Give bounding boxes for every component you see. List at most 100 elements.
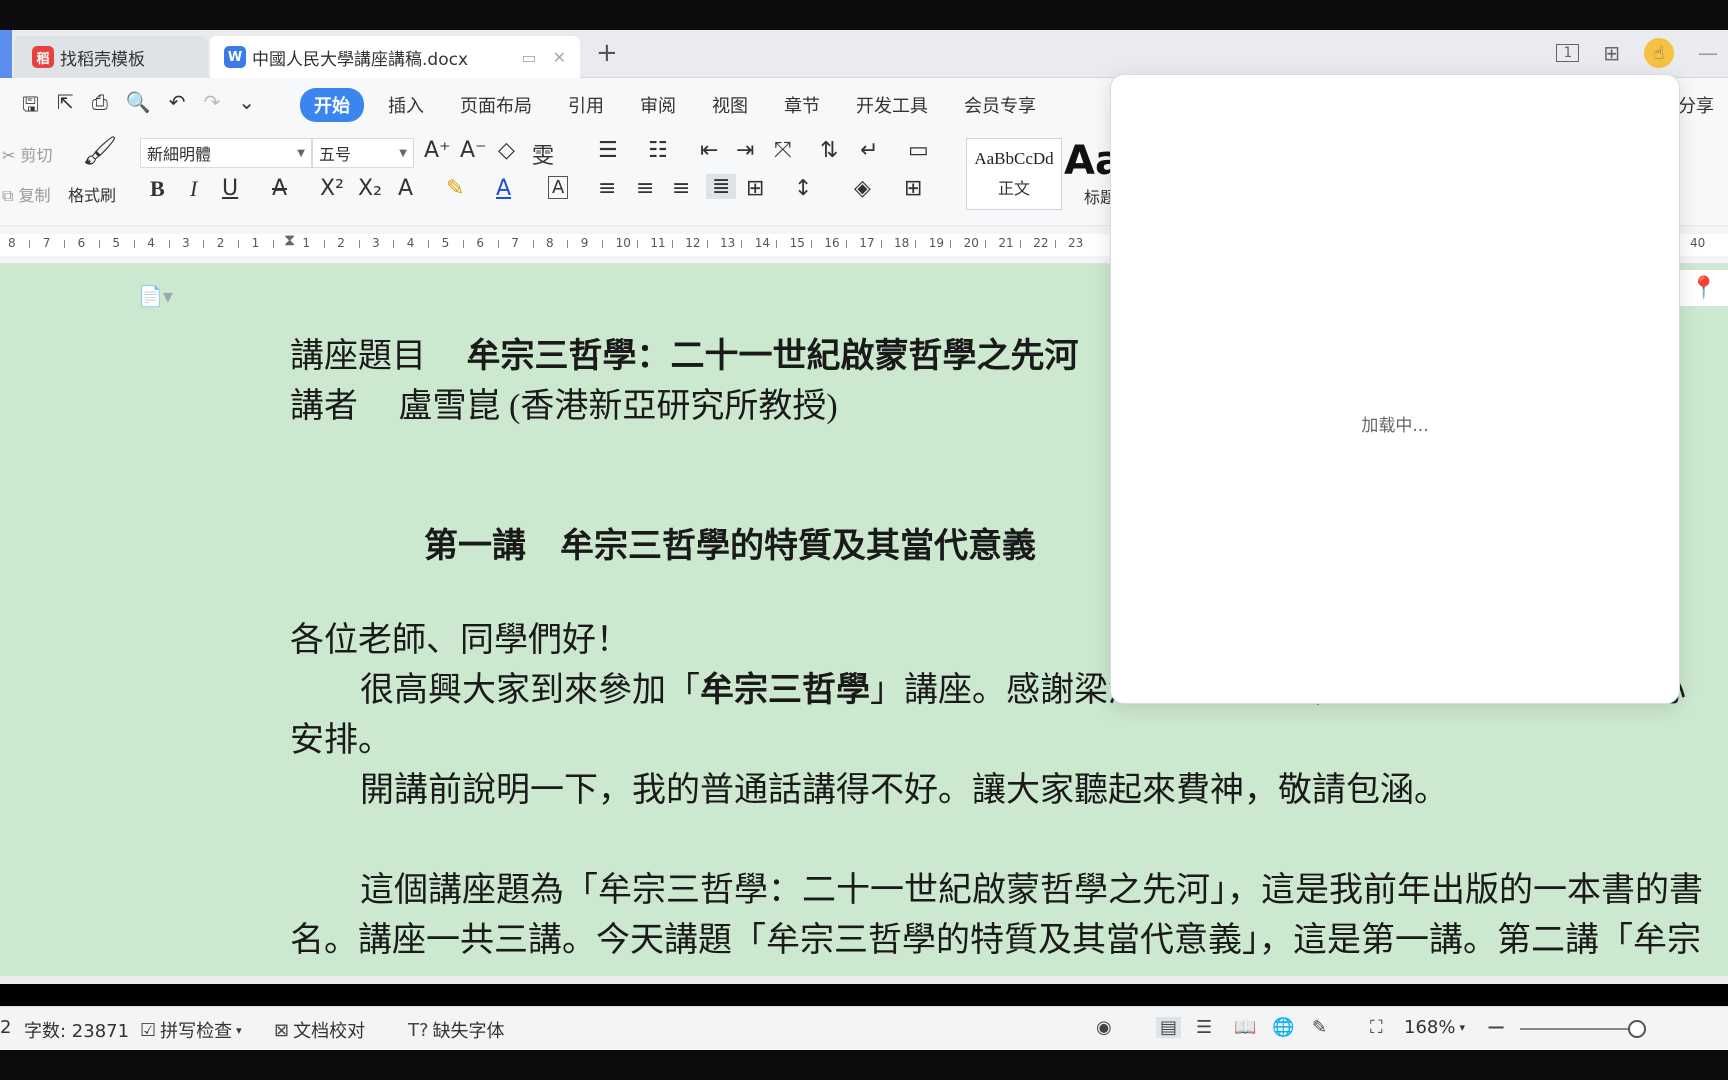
doc-proof-button[interactable]: ⊠ 文档校对 xyxy=(274,1017,365,1043)
underline-icon[interactable]: U xyxy=(222,176,238,201)
subscript-icon[interactable]: X₂ xyxy=(358,176,382,201)
menu-home[interactable]: 开始 xyxy=(300,88,364,122)
tab-document[interactable]: W 中國人民大學講座講稿.docx ▭ ✕ xyxy=(210,36,580,78)
close-tab-icon[interactable]: ✕ xyxy=(553,48,566,67)
speaker-line: 講者 盧雪崑 (香港新亞研究所教授) xyxy=(290,378,838,427)
font-size-value: 五号 xyxy=(319,145,352,164)
align-left-icon[interactable]: ≡ xyxy=(598,176,616,201)
tab-label: 中國人民大學講座講稿.docx xyxy=(252,49,469,70)
numbered-list-icon[interactable]: ☷ xyxy=(648,138,668,163)
justify-icon[interactable]: ≣ xyxy=(706,174,737,199)
print-icon[interactable]: ⎙ xyxy=(92,90,108,124)
ruler-tick xyxy=(845,240,847,248)
distribute-icon[interactable]: ⊞ xyxy=(746,176,764,201)
zoom-out-icon[interactable]: − xyxy=(1486,1013,1506,1041)
checkbox-icon: ☑ xyxy=(140,1019,157,1041)
grid-apps-icon[interactable]: ⊞ xyxy=(1603,41,1620,65)
wps-docer-icon: 稻 xyxy=(32,46,54,68)
decrease-indent-icon[interactable]: ⇤ xyxy=(700,138,718,163)
char-border-icon[interactable]: A xyxy=(548,176,569,199)
export-icon[interactable]: ⇱ xyxy=(57,90,74,124)
page-view-icon[interactable]: ▤ xyxy=(1156,1017,1182,1038)
table-ruler-icon[interactable]: ▭ xyxy=(908,138,929,163)
format-painter-label[interactable]: 格式刷 xyxy=(68,182,116,206)
menu-developer[interactable]: 开发工具 xyxy=(838,88,946,122)
ruler-tick xyxy=(64,240,66,248)
ruler-number: 18 xyxy=(894,236,910,250)
fit-page-icon[interactable]: ⛶ xyxy=(1370,1017,1383,1038)
style-normal[interactable]: AaBbCcDd 正文 xyxy=(966,138,1062,210)
line-spacing-icon[interactable]: ↕ xyxy=(794,176,812,201)
restore-window-icon[interactable]: ▭ xyxy=(521,48,536,67)
highlight-icon[interactable]: ✎ xyxy=(446,176,464,201)
menu-view[interactable]: 视图 xyxy=(694,88,766,122)
strikethrough-icon[interactable]: A xyxy=(272,176,287,201)
zoom-slider-knob[interactable] xyxy=(1628,1020,1646,1038)
ruler-number: 14 xyxy=(754,236,771,250)
grow-font-icon[interactable]: A⁺ xyxy=(424,138,451,163)
page-outline-icon[interactable]: 📄▾ xyxy=(138,284,173,308)
menu-section[interactable]: 章节 xyxy=(766,88,838,122)
customize-dropdown-icon[interactable]: ⌄ xyxy=(238,90,255,124)
menu-member[interactable]: 会员专享 xyxy=(946,88,1054,122)
ruler-tick xyxy=(741,240,743,248)
increase-indent-icon[interactable]: ⇥ xyxy=(736,138,754,163)
align-right-icon[interactable]: ≡ xyxy=(672,176,690,201)
cut-button[interactable]: ✂ 剪切 xyxy=(2,142,53,166)
menu-page-layout[interactable]: 页面布局 xyxy=(442,88,550,122)
ruler-number: 6 xyxy=(77,236,86,250)
new-tab-plus-icon[interactable]: + xyxy=(596,38,618,68)
location-pin-icon[interactable]: 📍 xyxy=(1680,270,1728,306)
undo-icon[interactable]: ↶ xyxy=(169,90,186,124)
web-view-icon[interactable]: 🌐 xyxy=(1272,1017,1294,1038)
menu-references[interactable]: 引用 xyxy=(550,88,622,122)
spell-check-button[interactable]: ☑ 拼写检查 ▾ xyxy=(140,1017,242,1043)
show-marks-icon[interactable]: ↵ xyxy=(860,138,878,163)
copy-button[interactable]: ⧉ 复制 xyxy=(2,182,51,206)
horizontal-scrollbar[interactable] xyxy=(0,976,1728,984)
format-painter-icon[interactable]: 🖌 xyxy=(82,134,118,167)
font-name-select[interactable]: 新細明體 ▼ xyxy=(140,138,312,168)
eye-protection-icon[interactable]: ◉ xyxy=(1096,1017,1112,1038)
paragraph-2: 開講前說明一下，我的普通話講得不好。讓大家聽起來費神，敬請包涵。 xyxy=(360,772,1448,809)
sort-icon[interactable]: ⇅ xyxy=(820,138,838,163)
superscript-icon[interactable]: X² xyxy=(320,176,344,201)
bold-icon[interactable]: B xyxy=(150,176,165,202)
font-size-select[interactable]: 五号 ▼ xyxy=(312,138,414,168)
speaker-text: 盧雪崑 (香港新亞研究所教授) xyxy=(398,388,838,425)
save-icon[interactable]: 🖫 xyxy=(22,90,39,124)
clear-format-icon[interactable]: ◇ xyxy=(498,138,515,163)
print-preview-icon[interactable]: 🔍 xyxy=(126,90,151,124)
text-direction-icon[interactable]: ⤧ xyxy=(774,138,792,163)
shading-icon[interactable]: ◈ xyxy=(854,176,871,201)
zoom-level[interactable]: 168% ▾ xyxy=(1404,1017,1465,1038)
indent-marker-icon[interactable]: ⧗ xyxy=(284,230,295,250)
minimize-icon[interactable]: — xyxy=(1698,41,1718,65)
menu-insert[interactable]: 插入 xyxy=(370,88,442,122)
borders-icon[interactable]: ⊞ xyxy=(904,176,922,201)
bullet-list-icon[interactable]: ☰ xyxy=(598,138,618,163)
missing-font-button[interactable]: T? 缺失字体 xyxy=(408,1017,505,1043)
reading-view-icon[interactable]: 📖 xyxy=(1234,1017,1256,1038)
home-tab-accent[interactable] xyxy=(0,30,12,78)
page-indicator[interactable]: 2 xyxy=(0,1017,11,1038)
align-center-icon[interactable]: ≡ xyxy=(636,176,654,201)
share-button[interactable]: 分享 xyxy=(1678,92,1714,118)
chevron-down-icon: ▾ xyxy=(236,1023,242,1037)
text-effect-icon[interactable]: A xyxy=(398,176,413,201)
write-view-icon[interactable]: ✎ xyxy=(1312,1017,1327,1038)
menu-review[interactable]: 审阅 xyxy=(622,88,694,122)
phonetic-guide-icon[interactable]: 雯 xyxy=(532,138,554,170)
user-avatar-icon[interactable]: ☝ xyxy=(1644,38,1674,68)
shrink-font-icon[interactable]: A⁻ xyxy=(460,138,487,163)
outline-view-icon[interactable]: ☰ xyxy=(1196,1017,1212,1038)
redo-icon[interactable]: ↷ xyxy=(203,90,220,124)
page-view-icon[interactable]: 1 xyxy=(1556,44,1580,62)
loading-popup[interactable]: 加载中... xyxy=(1110,74,1680,704)
tab-docer-templates[interactable]: 稻 找稻壳模板 xyxy=(14,36,208,78)
ruler-number: 8 xyxy=(546,236,554,250)
word-count[interactable]: 字数: 23871 xyxy=(24,1017,129,1043)
ruler-number: 2 xyxy=(216,236,225,250)
font-color-icon[interactable]: A xyxy=(496,176,511,201)
italic-icon[interactable]: I xyxy=(190,176,197,202)
